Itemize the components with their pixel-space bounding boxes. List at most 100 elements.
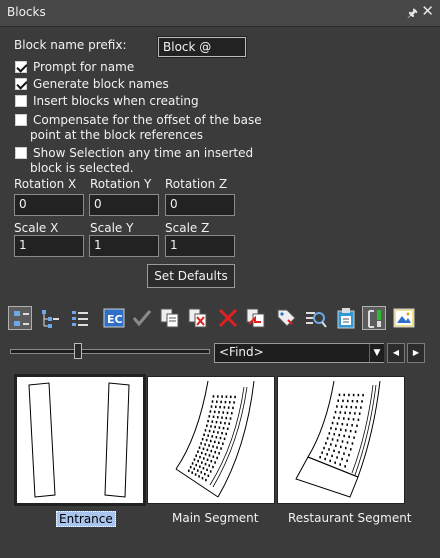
- pin-icon[interactable]: 🖈: [407, 4, 418, 25]
- close-icon[interactable]: ✕: [421, 2, 434, 20]
- seat-mark: [199, 465, 201, 468]
- find-icon[interactable]: [304, 306, 328, 330]
- edit-block-icon[interactable]: EC: [102, 306, 126, 330]
- seat-mark: [336, 422, 339, 425]
- set-defaults-button[interactable]: Set Defaults: [147, 264, 235, 288]
- block-caption-main-segment: Main Segment: [172, 511, 259, 525]
- seat-mark: [207, 434, 209, 437]
- seat-mark: [212, 415, 215, 418]
- rotation-x-label: Rotation X: [14, 177, 77, 191]
- seat-mark: [212, 455, 215, 458]
- seat-mark: [330, 427, 332, 430]
- seat-mark: [196, 469, 199, 472]
- thumbnail-size-slider-thumb[interactable]: [74, 343, 82, 359]
- panel-titlebar: Blocks 🖈 ✕: [0, 0, 440, 27]
- block-name-prefix-input[interactable]: Block @: [157, 36, 247, 58]
- clipboard-icon[interactable]: [334, 306, 358, 330]
- view-list-icon[interactable]: [68, 306, 92, 330]
- seat-mark: [225, 395, 228, 398]
- seat-mark: [223, 406, 226, 409]
- seat-mark: [333, 416, 335, 419]
- seat-mark: [349, 411, 351, 415]
- seat-mark: [209, 439, 212, 443]
- delete-copy-icon[interactable]: [186, 306, 210, 330]
- seat-mark: [191, 471, 194, 474]
- seat-mark: [225, 432, 227, 436]
- seat-mark: [356, 400, 359, 403]
- scale-z-input[interactable]: 1: [165, 235, 235, 257]
- seat-mark: [361, 400, 363, 403]
- seat-mark: [210, 459, 213, 463]
- seat-mark: [219, 405, 221, 409]
- seat-mark: [227, 406, 230, 409]
- rotation-z-input[interactable]: 0: [165, 194, 235, 216]
- seat-mark: [348, 453, 350, 457]
- compensate-offset-checkbox[interactable]: [15, 114, 27, 126]
- seat-mark: [221, 431, 223, 435]
- seat-mark: [358, 412, 361, 415]
- view-tree-icon[interactable]: [38, 306, 62, 330]
- svg-text:EC: EC: [107, 313, 123, 326]
- seat-mark: [229, 417, 232, 420]
- seat-mark: [326, 453, 328, 456]
- seat-mark: [210, 449, 213, 453]
- view-large-icon[interactable]: [8, 306, 32, 330]
- seat-mark: [337, 399, 340, 402]
- seat-mark: [212, 395, 215, 398]
- block-thumbnail-entrance[interactable]: [14, 374, 146, 506]
- insert-icon[interactable]: [362, 306, 386, 330]
- delete-icon[interactable]: [216, 306, 240, 330]
- rotation-y-input[interactable]: 0: [89, 194, 159, 216]
- seat-mark: [205, 438, 208, 442]
- insert-blocks-checkbox[interactable]: [15, 95, 27, 107]
- seat-mark: [207, 474, 210, 478]
- seat-mark: [204, 443, 206, 446]
- seat-mark: [220, 447, 222, 450]
- prompt-for-name-checkbox[interactable]: [15, 61, 27, 73]
- scale-x-input[interactable]: 1: [14, 235, 84, 257]
- seat-mark: [334, 410, 337, 414]
- seat-mark: [215, 436, 218, 439]
- seat-mark: [331, 421, 334, 425]
- seat-mark: [205, 478, 207, 482]
- seat-mark: [221, 416, 223, 419]
- scale-y-input[interactable]: 1: [89, 235, 159, 257]
- seat-mark: [216, 446, 218, 449]
- seat-mark: [198, 475, 200, 478]
- previous-arrow-icon[interactable]: ◀: [387, 343, 405, 363]
- seat-mark: [331, 438, 334, 441]
- thumbnail-size-slider-track[interactable]: [10, 349, 210, 354]
- seat-mark: [201, 437, 204, 441]
- seat-mark: [335, 444, 337, 447]
- rotation-x-input[interactable]: 0: [14, 194, 84, 216]
- seat-mark: [206, 468, 208, 472]
- tag-icon[interactable]: [274, 306, 298, 330]
- find-input[interactable]: <Find>: [214, 343, 384, 363]
- block-name-prefix-label: Block name prefix:: [14, 38, 127, 52]
- show-selection-checkbox[interactable]: [15, 147, 27, 159]
- next-arrow-icon[interactable]: ▶: [407, 343, 425, 363]
- seat-mark: [221, 395, 223, 398]
- seat-mark: [349, 448, 352, 451]
- seat-mark: [336, 405, 338, 408]
- seat-mark: [349, 429, 352, 433]
- seat-mark: [220, 400, 222, 404]
- seat-mark: [336, 456, 338, 459]
- seat-mark: [216, 456, 218, 460]
- seat-mark: [199, 455, 201, 459]
- seat-mark: [329, 459, 331, 463]
- seat-mark: [339, 445, 342, 449]
- block-thumbnail-restaurant-segment[interactable]: [277, 376, 405, 504]
- block-thumbnail-main-segment[interactable]: [147, 376, 275, 504]
- copy-block-icon[interactable]: [158, 306, 182, 330]
- seat-mark: [319, 455, 321, 459]
- seat-mark: [346, 423, 349, 426]
- image-icon[interactable]: [392, 306, 416, 330]
- seat-mark: [354, 412, 356, 415]
- seat-mark: [338, 393, 341, 397]
- replace-icon[interactable]: [244, 306, 268, 330]
- find-dropdown-icon[interactable]: ▼: [369, 344, 384, 362]
- seat-mark: [200, 442, 202, 445]
- generate-block-names-checkbox[interactable]: [15, 78, 27, 90]
- checkmark-icon[interactable]: [130, 306, 154, 330]
